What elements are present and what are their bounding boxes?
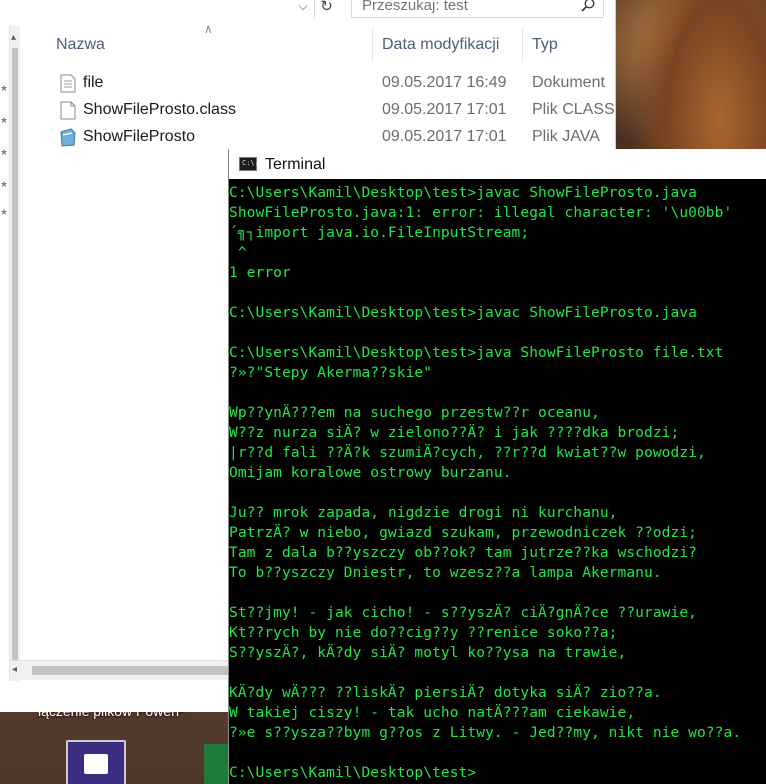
terminal-line: Ju?? mrok zapada, nigdzie drogi ni kurch… — [229, 505, 618, 521]
file-name: ShowFileProsto — [83, 128, 196, 145]
terminal-title: Terminal — [265, 156, 326, 173]
file-row[interactable]: file 09.05.2017 16:49 Dokument — [48, 70, 616, 96]
pin-icon: ★ — [0, 115, 9, 125]
file-modified: 09.05.2017 17:01 — [382, 101, 507, 118]
address-dropdown-icon[interactable]: ⌵ — [292, 0, 314, 18]
file-type: Plik JAVA — [532, 128, 600, 145]
file-row[interactable]: ShowFileProsto.class 09.05.2017 17:01 Pl… — [48, 97, 616, 123]
blank-file-icon — [60, 101, 76, 120]
column-divider[interactable] — [522, 28, 523, 62]
scroll-up-icon[interactable]: ▴ — [11, 32, 16, 43]
terminal-line: Wp??ynÄ???em na suchego przestw??r ocean… — [229, 405, 600, 421]
search-input[interactable] — [362, 0, 562, 14]
excel-icon[interactable] — [204, 744, 228, 784]
terminal-line: ^ — [229, 245, 247, 261]
search-box[interactable] — [351, 0, 604, 18]
file-name: file — [83, 74, 104, 91]
search-icon[interactable] — [581, 0, 595, 12]
file-row[interactable]: ShowFileProsto 09.05.2017 17:01 Plik JAV… — [48, 124, 616, 150]
scroll-thumb[interactable] — [12, 48, 18, 668]
refresh-icon[interactable]: ↻ — [314, 0, 338, 18]
scroll-left-icon[interactable]: ◂ — [12, 664, 17, 675]
file-modified: 09.05.2017 17:01 — [382, 128, 507, 145]
terminal-line: W takiej ciszy! - tak ucho natÄ???am cie… — [229, 705, 636, 721]
terminal-line: ShowFileProsto.java:1: error: illegal ch… — [229, 205, 733, 221]
pin-icon: ★ — [0, 179, 9, 189]
terminal-line: Tam z dala b??yszczy ob??ok? tam jutrze?… — [229, 545, 697, 561]
terminal-line: Omijam koralowe ostrowy burzanu. — [229, 465, 512, 481]
terminal-titlebar[interactable]: C:\. Terminal — [229, 149, 766, 179]
navigation-pane[interactable]: ★ ★ ★ ★ ★ — [0, 26, 10, 681]
terminal-line: C:\Users\Kamil\Desktop\test>java ShowFil… — [229, 345, 724, 361]
terminal-line: 1 error — [229, 265, 291, 281]
terminal-line: C:\Users\Kamil\Desktop\test>javac ShowFi… — [229, 185, 697, 201]
terminal-line: W??z nurza siÄ? w zielono??Ä? i jak ????… — [229, 425, 680, 441]
pin-icon: ★ — [0, 207, 9, 217]
text-document-icon — [60, 74, 76, 93]
column-header-modified[interactable]: Data modyfikacji — [382, 36, 499, 54]
terminal-line: PatrzÄ? w niebo, gwiazd szukam, przewodn… — [229, 525, 697, 541]
sort-ascending-icon: ∧ — [204, 22, 213, 36]
terminal-window[interactable]: C:\. Terminal C:\Users\Kamil\Desktop\tes… — [228, 149, 766, 784]
vertical-scrollbar[interactable]: ▴ ▾ — [10, 26, 20, 683]
column-divider[interactable] — [372, 28, 373, 62]
terminal-line: St??jmy! - jak cicho! - s??yszÄ? ciÄ?gnÄ… — [229, 605, 697, 621]
terminal-line: |r??d fali ??Ä?k szumiÄ?cych, ??r??d kwi… — [229, 445, 706, 461]
console-icon: C:\. — [239, 157, 259, 171]
terminal-line: To b??yszczy Dniestr, to wzesz??a lampa … — [229, 565, 662, 581]
app-icon[interactable] — [66, 740, 126, 784]
terminal-line: ?»?"Stepy Akerma??skie" — [229, 365, 433, 381]
terminal-line: KÄ?dy wÄ??? ??liskÄ? piersiÄ? dotyka siÄ… — [229, 685, 662, 701]
terminal-line: Kt??rych by nie do??cig??y ??renice soko… — [229, 625, 618, 641]
file-name: ShowFileProsto.class — [83, 101, 236, 118]
column-header-type[interactable]: Typ — [532, 36, 558, 54]
terminal-output[interactable]: C:\Users\Kamil\Desktop\test>javac ShowFi… — [229, 183, 766, 784]
terminal-line: C:\Users\Kamil\Desktop\test> — [229, 765, 477, 781]
file-modified: 09.05.2017 16:49 — [382, 74, 507, 91]
java-file-icon — [60, 128, 76, 147]
file-type: Dokument — [532, 74, 605, 91]
terminal-line: S??yszÄ?, kÄ?dy siÄ? motyl ko??ysa na tr… — [229, 645, 627, 661]
terminal-line: ?»e s??ysza??bym g??os z Litwy. - Jed??m… — [229, 725, 742, 741]
terminal-line: C:\Users\Kamil\Desktop\test>javac ShowFi… — [229, 305, 697, 321]
column-header-name[interactable]: Nazwa — [56, 36, 105, 54]
terminal-line: ´╗┐import java.io.FileInputStream; — [229, 225, 530, 241]
pin-icon: ★ — [0, 83, 9, 93]
file-type: Plik CLASS — [532, 101, 615, 118]
pin-icon: ★ — [0, 147, 9, 157]
